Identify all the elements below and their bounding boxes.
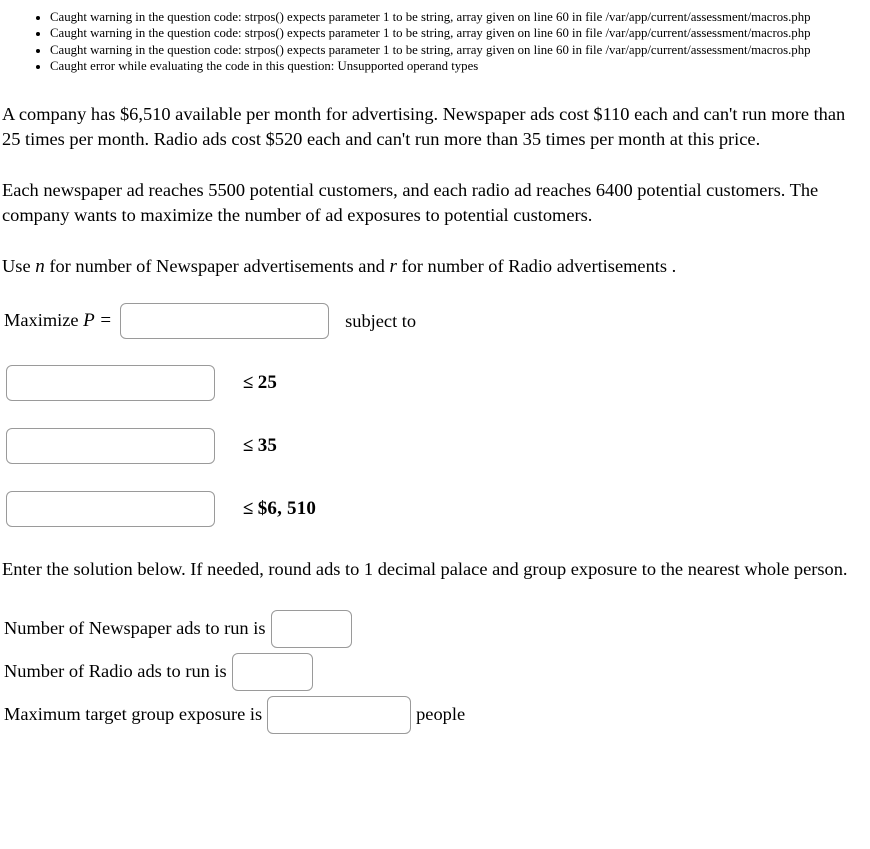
constraint-bound-3: ≤ $6, 510 xyxy=(243,498,316,520)
answer-row-newspaper: Number of Newspaper ads to run is xyxy=(2,607,870,650)
constraint-bound-value-3: $6, 510 xyxy=(257,498,317,520)
objective-equals-sign: = xyxy=(100,310,112,332)
objective-label-text: Maximize xyxy=(4,310,79,331)
answer-label-exposure: Maximum target group exposure is xyxy=(4,704,263,725)
newspaper-ads-input[interactable] xyxy=(270,609,352,648)
objective-function-input[interactable] xyxy=(120,303,330,340)
problem-paragraph-2: Each newspaper ad reaches 5500 potential… xyxy=(2,180,819,226)
constraint-row-3: ≤ $6, 510 xyxy=(2,491,870,528)
warning-item: Caught warning in the question code: str… xyxy=(50,9,870,25)
problem-paragraph-1: A company has $6,510 available per month… xyxy=(2,104,846,150)
variable-definition-prefix: Use xyxy=(2,256,31,277)
answer-row-exposure: Maximum target group exposure is people xyxy=(2,693,870,736)
constraint-bound-1: ≤ 25 xyxy=(243,372,277,394)
less-equal-icon: ≤ xyxy=(243,372,254,394)
variable-n: n xyxy=(35,256,45,278)
constraint-bound-2: ≤ 35 xyxy=(243,435,277,457)
question-content: A company has $6,510 available per month… xyxy=(0,74,870,736)
objective-label: Maximize P = xyxy=(4,310,112,332)
variable-definition: Use n for number of Newspaper advertisem… xyxy=(2,254,868,279)
objective-row: Maximize P = subject to xyxy=(2,301,870,341)
max-exposure-input[interactable] xyxy=(267,695,412,734)
less-equal-icon: ≤ xyxy=(243,498,254,520)
answer-label-radio: Number of Radio ads to run is xyxy=(4,661,227,682)
answer-row-radio: Number of Radio ads to run is xyxy=(2,650,870,693)
constraint-input-2[interactable] xyxy=(6,428,215,465)
radio-ads-input[interactable] xyxy=(231,652,313,691)
variable-definition-suffix: for number of Radio advertisements . xyxy=(401,256,677,277)
constraint-bound-value-1: 25 xyxy=(257,372,278,394)
answer-suffix-people: people xyxy=(416,704,466,725)
constraint-input-1[interactable] xyxy=(6,365,215,402)
constraint-row-2: ≤ 35 xyxy=(2,428,870,465)
answer-label-newspaper: Number of Newspaper ads to run is xyxy=(4,618,266,639)
warning-list: Caught warning in the question code: str… xyxy=(0,0,870,74)
error-item: Caught error while evaluating the code i… xyxy=(50,58,870,74)
constraint-bound-value-2: 35 xyxy=(257,435,278,457)
variable-definition-middle: for number of Newspaper advertisements a… xyxy=(49,256,385,277)
less-equal-icon: ≤ xyxy=(243,435,254,457)
constraint-row-1: ≤ 25 xyxy=(2,365,870,402)
solution-instructions: Enter the solution below. If needed, rou… xyxy=(2,559,848,580)
objective-variable-p: P xyxy=(83,310,95,332)
subject-to-label: subject to xyxy=(345,310,417,331)
constraint-input-3[interactable] xyxy=(6,491,215,528)
warning-item: Caught warning in the question code: str… xyxy=(50,42,870,58)
variable-r: r xyxy=(389,256,397,278)
warning-item: Caught warning in the question code: str… xyxy=(50,25,870,41)
